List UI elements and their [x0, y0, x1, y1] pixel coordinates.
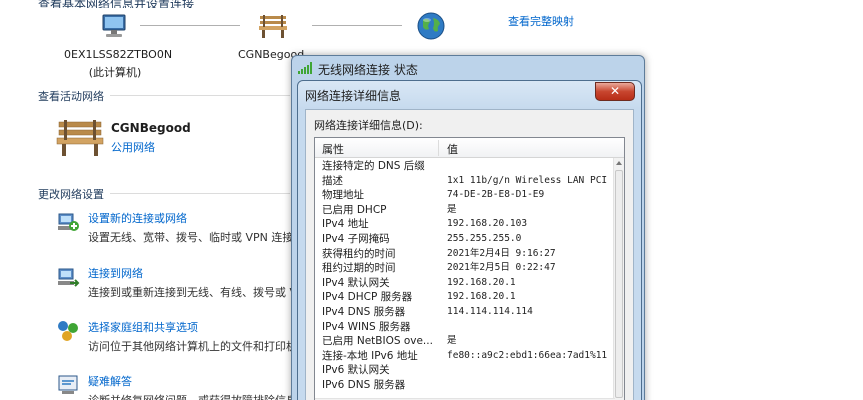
section-divider — [110, 193, 290, 194]
bench-icon — [56, 120, 104, 156]
row-value: 是 — [447, 203, 457, 215]
table-row[interactable]: IPv4 WINS 服务器 — [315, 320, 615, 335]
row-value: 2021年2月5日 0:22:47 — [447, 262, 556, 274]
table-row[interactable]: 获得租约的时间 2021年2月4日 9:16:27 — [315, 247, 615, 262]
wireless-status-title: 无线网络连接 状态 — [318, 63, 418, 77]
row-value: fe80::a9c2:ebd1:66ea:7ad1%11 — [447, 349, 608, 361]
scrollbar-thumb[interactable] — [615, 170, 623, 398]
table-row[interactable]: 连接-本地 IPv6 地址 fe80::a9c2:ebd1:66ea:7ad1%1… — [315, 349, 615, 364]
details-list-label: 网络连接详细信息(D): — [314, 119, 423, 132]
table-row[interactable]: 物理地址 74-DE-2B-E8-D1-E9 — [315, 188, 615, 203]
map-connector-1 — [140, 25, 240, 26]
column-header-value[interactable]: 值 — [447, 141, 458, 157]
task-homegroup-link[interactable]: 选择家庭组和共享选项 — [88, 319, 198, 335]
row-value: 255.255.255.0 — [447, 232, 522, 244]
row-value: 是 — [447, 335, 457, 347]
task-connect-network[interactable]: 连接到网络 连接到或重新连接到无线、有线、拨号或 VPN — [56, 265, 296, 305]
active-networks-title: 查看活动网络 — [38, 90, 104, 103]
bench-icon — [259, 15, 287, 38]
network-type-link[interactable]: 公用网络 — [111, 139, 155, 155]
row-value: 192.168.20.103 — [447, 218, 528, 230]
table-row[interactable]: 连接特定的 DNS 后缀 — [315, 159, 615, 174]
task-connect-network-link[interactable]: 连接到网络 — [88, 265, 143, 281]
table-row[interactable]: 已启用 NetBIOS ove... 是 — [315, 334, 615, 349]
connection-details-title: 网络连接详细信息 — [305, 89, 402, 103]
column-header-property[interactable]: 属性 — [322, 141, 344, 157]
row-property: IPv4 DNS 服务器 — [322, 305, 406, 318]
wireless-status-titlebar[interactable]: 无线网络连接 状态 — [298, 60, 598, 78]
task-troubleshoot[interactable]: 疑难解答 诊断并修复网络问题，或获得故障排除信息 — [56, 373, 296, 400]
row-property: 连接-本地 IPv6 地址 — [322, 349, 418, 362]
table-row[interactable]: 租约过期的时间 2021年2月5日 0:22:47 — [315, 261, 615, 276]
section-divider — [110, 95, 290, 96]
task-new-connection-link[interactable]: 设置新的连接或网络 — [88, 210, 187, 226]
task-troubleshoot-link[interactable]: 疑难解答 — [88, 373, 132, 389]
row-value: 192.168.20.1 — [447, 291, 516, 303]
task-new-connection[interactable]: 设置新的连接或网络 设置无线、宽带、拨号、临时或 VPN 连接 — [56, 210, 296, 250]
change-settings-title: 更改网络设置 — [38, 188, 104, 201]
row-property: IPv4 DHCP 服务器 — [322, 291, 413, 304]
table-row[interactable]: IPv6 默认网关 — [315, 363, 615, 378]
details-listview[interactable]: 属性 值 连接特定的 DNS 后缀 描述 1x1 11b/g/n Wireless… — [314, 137, 625, 400]
close-button[interactable]: ✕ — [595, 82, 635, 101]
connect-network-icon — [58, 268, 80, 287]
row-property: 描述 — [322, 174, 343, 187]
task-connect-network-desc: 连接到或重新连接到无线、有线、拨号或 VPN — [88, 286, 296, 299]
connection-details-body: 网络连接详细信息(D): 属性 值 连接特定的 DNS 后缀 描述 1x1 11b… — [305, 109, 634, 400]
new-connection-icon — [58, 213, 79, 231]
row-value: 1x1 11b/g/n Wireless LAN PCI E — [447, 174, 613, 186]
table-row[interactable]: IPv6 DNS 服务器 — [315, 378, 615, 393]
row-value: 74-DE-2B-E8-D1-E9 — [447, 189, 545, 201]
computer-name-label: 0EX1LSS82ZTBO0N — [64, 48, 173, 61]
view-full-map-link[interactable]: 查看完整映射 — [508, 13, 574, 29]
homegroup-icon — [58, 321, 78, 341]
row-property: IPv4 地址 — [322, 218, 369, 231]
table-row[interactable]: IPv4 默认网关 192.168.20.1 — [315, 276, 615, 291]
troubleshoot-icon — [58, 375, 78, 394]
row-value: 114.114.114.114 — [447, 305, 533, 317]
scroll-up-arrow-icon[interactable] — [616, 161, 622, 165]
computer-icon — [102, 14, 126, 37]
table-row[interactable]: IPv4 地址 192.168.20.103 — [315, 217, 615, 232]
row-property: IPv6 DNS 服务器 — [322, 378, 406, 391]
task-homegroup-desc: 访问位于其他网络计算机上的文件和打印机 — [88, 340, 296, 353]
row-property: IPv6 默认网关 — [322, 364, 390, 377]
row-property: 租约过期的时间 — [322, 262, 396, 275]
row-property: 获得租约的时间 — [322, 247, 396, 260]
vertical-scrollbar[interactable] — [613, 158, 624, 400]
table-row[interactable]: IPv4 子网掩码 255.255.255.0 — [315, 232, 615, 247]
row-property: IPv4 默认网关 — [322, 276, 390, 289]
task-homegroup[interactable]: 选择家庭组和共享选项 访问位于其他网络计算机上的文件和打印机 — [56, 319, 296, 359]
row-property: 已启用 DHCP — [322, 203, 387, 216]
table-row[interactable]: IPv4 DHCP 服务器 192.168.20.1 — [315, 290, 615, 305]
row-property: 连接特定的 DNS 后缀 — [322, 160, 425, 172]
listview-header: 属性 值 — [315, 138, 624, 158]
row-property: IPv4 WINS 服务器 — [322, 320, 411, 333]
row-value: 192.168.20.1 — [447, 276, 516, 288]
table-row[interactable]: 描述 1x1 11b/g/n Wireless LAN PCI E — [315, 174, 615, 189]
computer-caption-label: (此计算机) — [88, 66, 142, 79]
row-value: 2021年2月4日 9:16:27 — [447, 247, 556, 259]
globe-icon — [417, 12, 445, 40]
wireless-signal-icon — [298, 62, 312, 74]
task-troubleshoot-desc: 诊断并修复网络问题，或获得故障排除信息 — [88, 392, 296, 400]
table-row[interactable]: 已启用 DHCP 是 — [315, 203, 615, 218]
row-property: IPv4 子网掩码 — [322, 232, 390, 245]
task-new-connection-desc: 设置无线、宽带、拨号、临时或 VPN 连接 — [88, 231, 294, 244]
table-row[interactable]: IPv4 DNS 服务器 114.114.114.114 — [315, 305, 615, 320]
map-connector-2 — [312, 25, 402, 26]
active-network-name: CGNBegood — [111, 121, 191, 135]
listview-rows: 连接特定的 DNS 后缀 描述 1x1 11b/g/n Wireless LAN … — [315, 159, 615, 393]
column-separator[interactable] — [438, 140, 439, 156]
connection-details-window[interactable]: 网络连接详细信息 ✕ 网络连接详细信息(D): 属性 值 连接特定的 DNS 后… — [297, 80, 642, 400]
row-property: 物理地址 — [322, 189, 364, 202]
row-property: 已启用 NetBIOS ove... — [322, 335, 433, 348]
